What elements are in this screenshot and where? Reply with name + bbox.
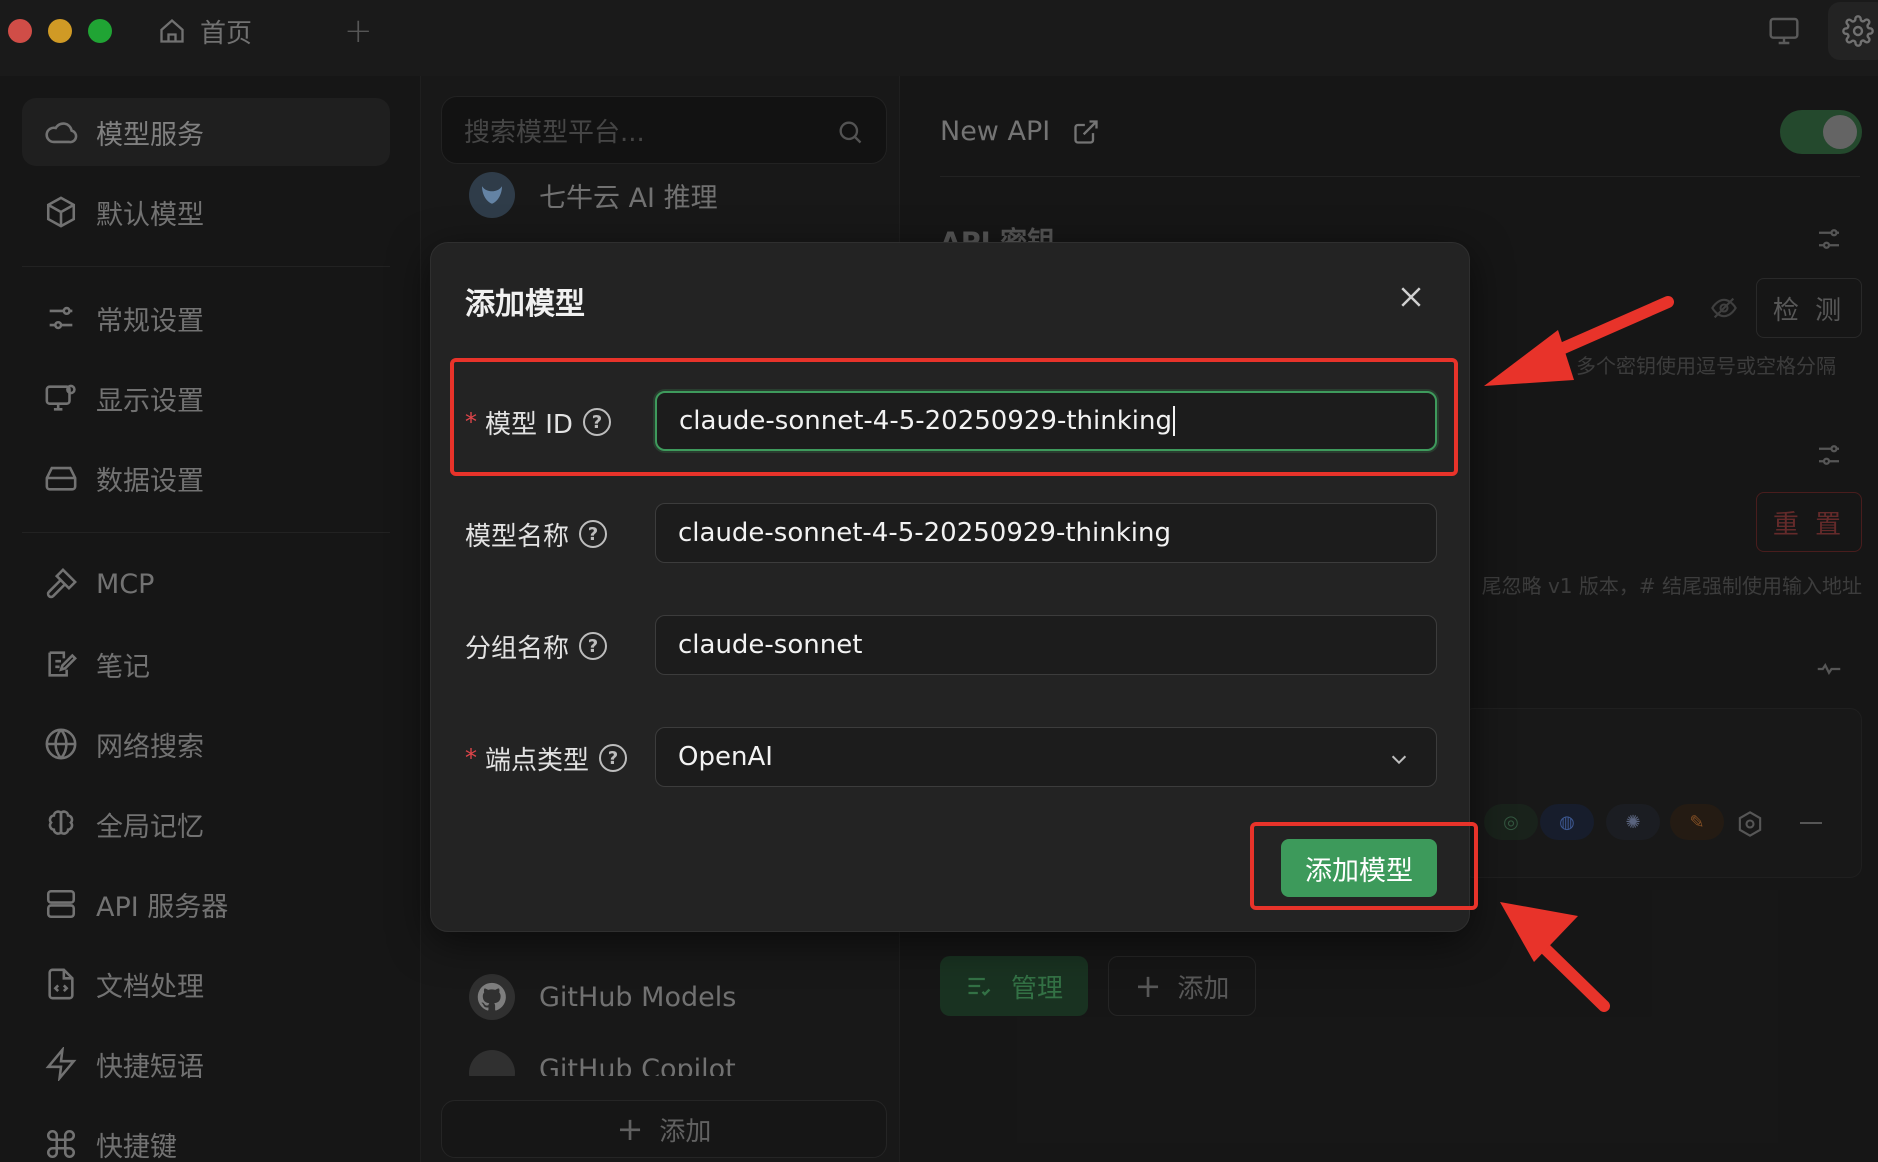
arrow-to-submit	[1500, 902, 1610, 1012]
annotation-arrows	[1484, 296, 1674, 1012]
arrow-to-model-id	[1484, 296, 1674, 386]
